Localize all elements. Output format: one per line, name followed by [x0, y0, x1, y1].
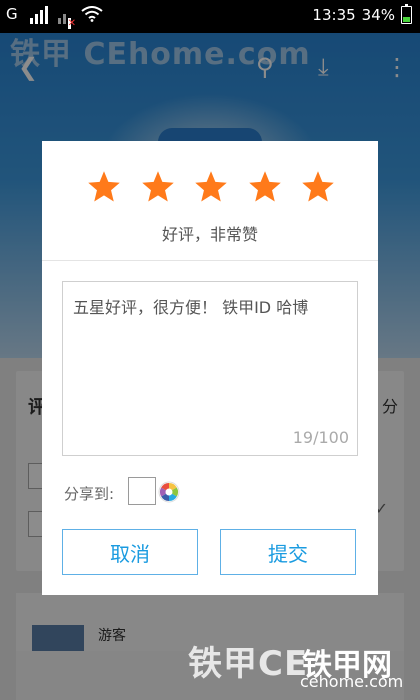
battery-icon [401, 4, 412, 24]
star-icon[interactable] [247, 169, 283, 205]
sim-no-signal-icon: ✕ [57, 4, 76, 29]
battery-level-fill [403, 16, 410, 22]
star-icon[interactable] [86, 169, 122, 205]
star-rating[interactable] [86, 169, 336, 205]
star-icon[interactable] [300, 169, 336, 205]
char-counter: 19/100 [292, 428, 349, 447]
star-icon[interactable] [193, 169, 229, 205]
network-type-label: G [6, 5, 18, 23]
battery-percent: 34% [361, 6, 395, 24]
clock: 13:35 [312, 6, 356, 24]
share-label: 分享到: [64, 485, 115, 503]
watermark-url: cehome.com [300, 672, 404, 691]
watermark-bottom: 铁甲CE [188, 644, 309, 684]
review-textarea[interactable]: 五星好评，很方便！ 铁甲ID 哈博 19/100 [62, 281, 358, 456]
status-left: G ✕ [6, 4, 103, 29]
wifi-icon [81, 6, 103, 22]
signal-icon [29, 4, 48, 24]
review-text: 五星好评，很方便！ 铁甲ID 哈博 [73, 298, 309, 317]
divider [42, 260, 378, 261]
rating-description: 好评，非常赞 [161, 225, 258, 244]
rating-dialog: 好评，非常赞 五星好评，很方便！ 铁甲ID 哈博 19/100 分享到: 取消 … [42, 141, 378, 595]
submit-button[interactable]: 提交 [220, 529, 356, 575]
status-right: 13:35 34% [312, 4, 412, 24]
moments-icon[interactable] [158, 481, 180, 503]
star-icon[interactable] [140, 169, 176, 205]
share-checkbox[interactable] [128, 477, 156, 505]
cancel-button[interactable]: 取消 [62, 529, 198, 575]
